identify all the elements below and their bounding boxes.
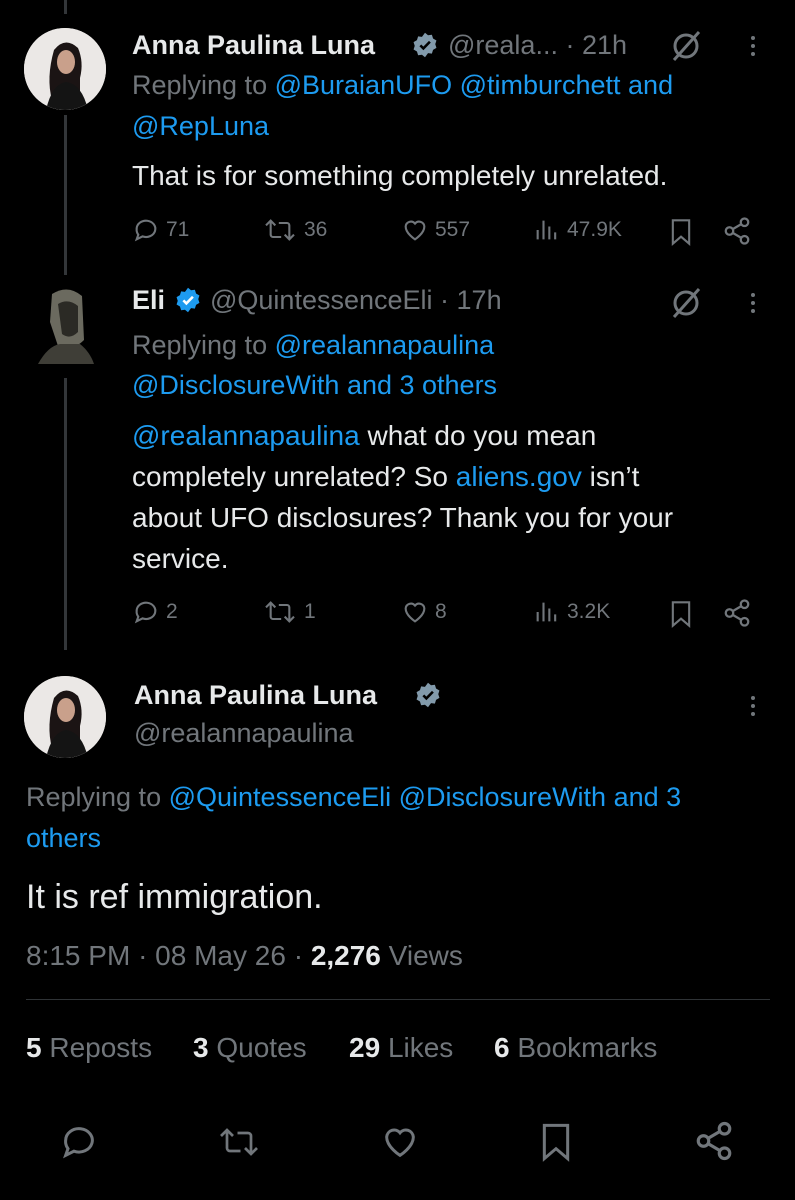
tweet2-text-line2a: completely unrelated? So [132,461,456,492]
tweet2-reply-count: 2 [166,600,178,623]
bookmark-icon[interactable] [539,1122,573,1162]
separator-dot: · [440,285,457,315]
reposts-stat[interactable]: 5 Reposts [26,1032,152,1064]
main-replying-to-2[interactable]: others [26,823,101,853]
reposts-count: 5 [26,1032,42,1063]
grok-icon[interactable] [666,26,706,66]
quotes-label: Quotes [216,1032,307,1063]
verified-badge-icon [413,32,437,58]
tweet2-repost-button[interactable]: 1 [262,598,316,626]
views-icon [536,220,557,240]
bookmarks-stat[interactable]: 6 Bookmarks [494,1032,657,1064]
tweet1-time[interactable]: 21h [582,30,627,60]
tweet1-views-button[interactable]: 47.9K [533,216,622,244]
views-icon [536,602,557,622]
tweet2-text-line4: service. [132,543,229,574]
tweet2-time[interactable]: 17h [457,285,502,315]
like-icon [404,220,426,241]
main-time[interactable]: 8:15 PM [26,940,130,971]
bookmark-icon[interactable] [668,600,694,628]
tweet1-author-name[interactable]: Anna Paulina Luna [132,30,375,60]
main-text: It is ref immigration. [26,878,323,916]
thread-line-top [64,0,67,14]
verified-badge-icon [416,682,440,708]
main-replying-to[interactable]: @QuintessenceEli @DisclosureWith and 3 [169,782,682,812]
grok-icon[interactable] [666,283,706,323]
reply-icon[interactable] [59,1122,99,1162]
quotes-stat[interactable]: 3 Quotes [193,1032,307,1064]
reposts-label: Reposts [49,1032,153,1063]
tweet2-handle[interactable]: @QuintessenceEli [210,285,433,315]
tweet1-repost-count: 36 [304,218,328,241]
separator-dot: · [565,30,582,60]
avatar-anna-main[interactable] [24,676,106,758]
tweet2-text-line3: about UFO disclosures? Thank you for you… [132,502,674,533]
divider [26,999,770,1000]
thread-line-2 [64,378,67,650]
avatar-anna-1[interactable] [24,28,106,110]
separator-dot: · [293,940,304,971]
tweet2-repost-count: 1 [304,600,316,623]
tweet1-replying-to[interactable]: @BuraianUFO @timburchett and [275,70,673,100]
tweet2-replying-to[interactable]: @realannapaulina [275,330,495,360]
bookmarks-count: 6 [494,1032,510,1063]
thread-line-1 [64,115,67,275]
tweet2-like-button[interactable]: 8 [401,598,447,626]
tweet2-author-name[interactable]: Eli [132,285,165,315]
tweet2-text-link[interactable]: aliens.gov [456,461,582,492]
tweet1-more-icon[interactable] [751,32,757,60]
share-icon[interactable] [693,1120,735,1162]
main-replying-prefix: Replying to [26,782,162,812]
tweet1-reply-count: 71 [166,218,190,241]
tweet1-handle[interactable]: @reala... [448,30,558,60]
tweet1-replying-to-2[interactable]: @RepLuna [132,111,269,141]
tweet2-like-count: 8 [435,600,447,623]
tweet1-view-count: 47.9K [567,218,622,241]
main-views-count: 2,276 [310,940,381,971]
avatar-eli[interactable] [24,282,106,364]
tweet1-reply-button[interactable]: 71 [132,216,189,244]
tweet2-reply-button[interactable]: 2 [132,598,178,626]
main-author-name[interactable]: Anna Paulina Luna [134,680,377,710]
main-more-icon[interactable] [751,692,757,720]
tweet1-repost-button[interactable]: 36 [262,216,327,244]
likes-label: Likes [387,1032,454,1063]
tweet2-replying-prefix: Replying to [132,330,268,360]
repost-icon[interactable] [215,1124,263,1160]
main-date[interactable]: 08 May 26 [155,940,286,971]
tweet2-text-line2b: isn’t [581,461,640,492]
like-icon[interactable] [380,1122,420,1162]
separator-dot: · [138,940,148,971]
tweet1-like-button[interactable]: 557 [401,216,470,244]
reply-icon [134,601,157,624]
quotes-count: 3 [193,1032,209,1063]
tweet2-text: @realannapaulina what do you mean comple… [132,415,772,579]
main-views-label: Views [388,940,463,971]
tweet2-more-icon[interactable] [751,289,757,317]
tweet1-replying-prefix: Replying to [132,70,268,100]
tweet2-text-part1: what do you mean [359,420,597,451]
repost-icon [265,219,295,241]
tweet2-views-button[interactable]: 3.2K [533,598,610,626]
tweet2-replying-to-2[interactable]: @DisclosureWith and 3 others [132,370,497,400]
bookmark-icon[interactable] [668,218,694,246]
verified-badge-icon [176,287,200,313]
tweet2-text-mention[interactable]: @realannapaulina [132,420,360,451]
like-icon [404,602,426,623]
likes-stat[interactable]: 29 Likes [349,1032,453,1064]
reply-icon [134,219,157,242]
share-icon[interactable] [722,598,752,628]
bookmarks-label: Bookmarks [517,1032,658,1063]
tweet2-view-count: 3.2K [567,600,611,623]
tweet1-like-count: 557 [435,218,471,241]
share-icon[interactable] [722,216,752,246]
main-handle[interactable]: @realannapaulina [134,718,354,748]
repost-icon [265,601,295,623]
tweet1-text: That is for something completely unrelat… [132,160,668,191]
likes-count: 29 [349,1032,381,1063]
